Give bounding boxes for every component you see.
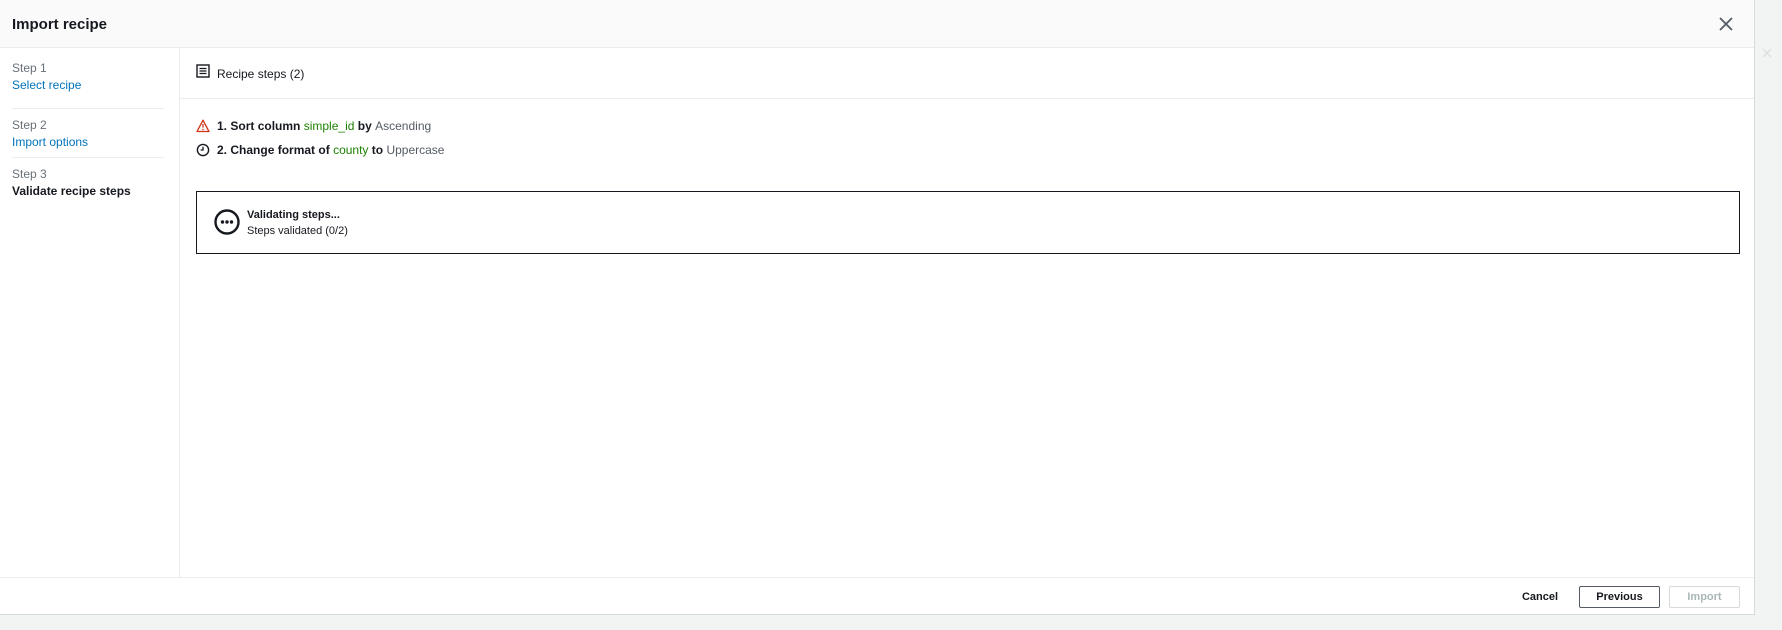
- wizard-step-3: Step 3 Validate recipe steps: [12, 167, 164, 198]
- modal-title: Import recipe: [12, 16, 108, 33]
- step-index: 1.: [217, 119, 228, 133]
- recipe-step-2: 2. Change format of county to Uppercase: [196, 143, 444, 157]
- step-number: Step 1: [12, 61, 47, 75]
- step-action: Change format: [230, 143, 316, 157]
- wizard-step-1: Step 1 Select recipe: [12, 61, 164, 92]
- in-progress-icon: [214, 209, 240, 235]
- modal-header: Import recipe: [0, 0, 1754, 48]
- background-page-strip: [0, 615, 1782, 630]
- step-number: Step 3: [12, 167, 47, 181]
- recipe-step-1: 1. Sort column simple_id by Ascending: [196, 119, 431, 133]
- step-column: simple_id: [303, 119, 355, 133]
- step-value: Uppercase: [386, 143, 445, 157]
- step-index: 2.: [217, 143, 228, 157]
- warning-icon: [196, 119, 210, 133]
- clock-icon: [196, 143, 210, 157]
- step-connector: to: [371, 143, 384, 157]
- list-icon: [196, 64, 210, 78]
- recipe-steps-title: Recipe steps (2): [217, 67, 305, 81]
- step-connector-of: of: [318, 143, 330, 157]
- close-icon[interactable]: [1714, 12, 1738, 36]
- step-current-validate-recipe-steps: Validate recipe steps: [12, 184, 131, 198]
- main-content: Recipe steps (2) 1. Sort column simple_i…: [180, 48, 1754, 577]
- step-divider: [12, 108, 164, 109]
- step-value: Ascending: [375, 119, 432, 133]
- previous-button[interactable]: Previous: [1579, 586, 1660, 608]
- step-link-import-options[interactable]: Import options: [12, 135, 164, 149]
- step-number: Step 2: [12, 118, 47, 132]
- validation-status: Steps validated (0/2): [247, 225, 348, 237]
- cancel-button[interactable]: Cancel: [1510, 586, 1570, 608]
- wizard-step-2: Step 2 Import options: [12, 118, 164, 149]
- step-connector: by: [357, 119, 372, 133]
- wizard-steps-nav: Step 1 Select recipe Step 2 Import optio…: [0, 48, 180, 577]
- expand-icon: [1762, 48, 1772, 58]
- validation-title: Validating steps...: [247, 209, 340, 221]
- step-divider: [12, 157, 164, 158]
- recipe-steps-header: Recipe steps (2): [180, 48, 1754, 99]
- step-link-select-recipe[interactable]: Select recipe: [12, 78, 164, 92]
- import-recipe-modal: Import recipe Step 1 Select recipe Step …: [0, 0, 1755, 615]
- validation-status-box: Validating steps... Steps validated (0/2…: [196, 191, 1740, 254]
- step-column: county: [333, 143, 369, 157]
- import-button[interactable]: Import: [1669, 586, 1740, 608]
- modal-footer: Cancel Previous Import: [0, 577, 1754, 615]
- step-action: Sort column: [230, 119, 301, 133]
